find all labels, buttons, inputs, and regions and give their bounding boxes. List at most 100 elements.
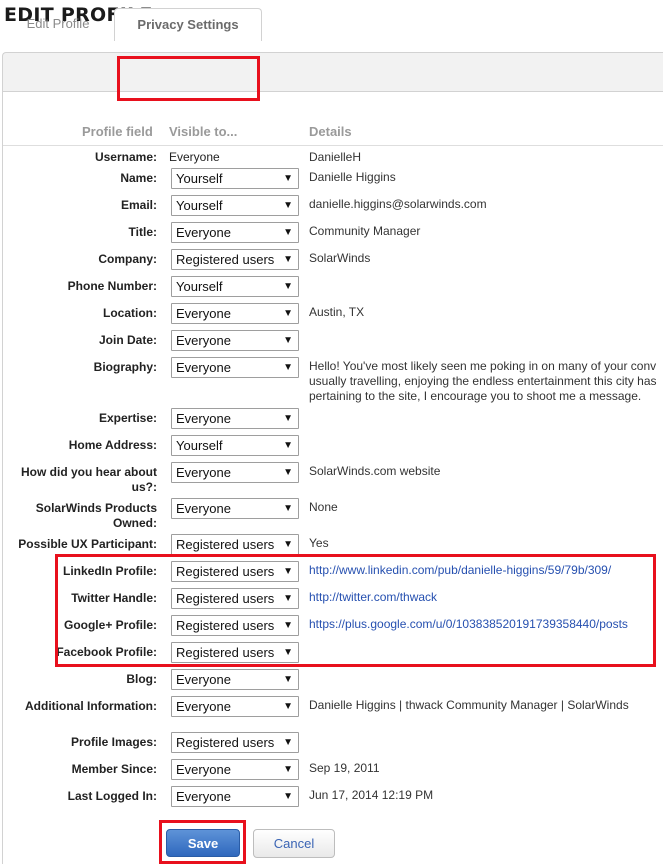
chevron-down-icon: ▼ — [283, 791, 293, 802]
visibility-select-value: Everyone — [176, 411, 231, 426]
column-header-details: Details — [309, 124, 352, 139]
visibility-select[interactable]: Yourself ▼ — [171, 195, 299, 216]
detail-value: Community Manager — [309, 224, 421, 238]
visibility-select[interactable]: Everyone ▼ — [171, 786, 299, 807]
visibility-select-value: Everyone — [176, 789, 231, 804]
chevron-down-icon: ▼ — [283, 467, 293, 478]
visibility-select[interactable]: Everyone ▼ — [171, 303, 299, 324]
row-label: Additional Information: — [25, 699, 157, 713]
chevron-down-icon: ▼ — [283, 503, 293, 514]
visibility-select-value: Everyone — [176, 699, 231, 714]
row-label: Email: — [120, 198, 157, 212]
visibility-select-value: Everyone — [176, 672, 231, 687]
visibility-select[interactable]: Everyone ▼ — [171, 408, 299, 429]
visibility-select[interactable]: Everyone ▼ — [171, 696, 299, 717]
visibility-select[interactable]: Everyone ▼ — [171, 759, 299, 780]
detail-value: Danielle Higgins — [309, 170, 396, 184]
visibility-select-value: Everyone — [176, 465, 231, 480]
chevron-down-icon: ▼ — [283, 254, 293, 265]
visibility-select-value: Registered users — [176, 252, 275, 267]
save-button-highlight — [159, 820, 246, 864]
cancel-button[interactable]: Cancel — [253, 829, 335, 858]
chevron-down-icon: ▼ — [283, 281, 293, 292]
detail-value: Sep 19, 2011 — [309, 761, 380, 775]
chevron-down-icon: ▼ — [283, 227, 293, 238]
visibility-select-value: Everyone — [176, 306, 231, 321]
visibility-select[interactable]: Everyone ▼ — [171, 330, 299, 351]
detail-value: Yes — [309, 536, 329, 550]
visibility-select[interactable]: Registered users ▼ — [171, 732, 299, 753]
row-label: SolarWinds Products Owned: — [36, 501, 157, 531]
row-label: Profile Images: — [70, 735, 157, 749]
chevron-down-icon: ▼ — [283, 440, 293, 451]
chevron-down-icon: ▼ — [283, 200, 293, 211]
visibility-select[interactable]: Everyone ▼ — [171, 669, 299, 690]
detail-value: Jun 17, 2014 12:19 PM — [309, 788, 434, 802]
visibility-select[interactable]: Yourself ▼ — [171, 168, 299, 189]
visibility-value: Everyone — [169, 150, 220, 164]
row-label: Biography: — [93, 360, 157, 374]
detail-value: DanielleH — [309, 150, 362, 164]
row-label: Company: — [98, 252, 157, 266]
tab-edit-profile[interactable]: Edit Profile — [8, 8, 108, 40]
header-divider — [3, 145, 663, 146]
row-label-line: Owned: — [113, 516, 157, 530]
chevron-down-icon: ▼ — [283, 764, 293, 775]
row-label: Location: — [103, 306, 157, 320]
visibility-select-value: Everyone — [176, 360, 231, 375]
row-label: Join Date: — [98, 333, 157, 347]
row-label: Expertise: — [98, 411, 157, 425]
tab-privacy-settings[interactable]: Privacy Settings — [114, 8, 262, 41]
visibility-select[interactable]: Everyone ▼ — [171, 357, 299, 378]
row-label: Member Since: — [71, 762, 157, 776]
column-header-field: Profile field — [82, 124, 153, 139]
row-label: Name: — [120, 171, 157, 185]
visibility-select-value: Everyone — [176, 225, 231, 240]
visibility-select[interactable]: Everyone ▼ — [171, 462, 299, 483]
visibility-select[interactable]: Everyone ▼ — [171, 498, 299, 519]
row-label-line: How did you hear about — [20, 465, 157, 479]
row-label: Title: — [128, 225, 157, 239]
visibility-select-value: Yourself — [176, 171, 223, 186]
row-label: How did you hear about us?: — [21, 465, 157, 495]
visibility-select[interactable]: Registered users ▼ — [171, 249, 299, 270]
visibility-select[interactable]: Registered users ▼ — [171, 534, 299, 555]
visibility-select-value: Yourself — [176, 279, 223, 294]
row-label: Blog: — [126, 672, 157, 686]
tab-strip — [2, 52, 663, 92]
detail-value: Austin, TX — [309, 305, 365, 319]
chevron-down-icon: ▼ — [283, 362, 293, 373]
chevron-down-icon: ▼ — [283, 674, 293, 685]
visibility-select[interactable]: Everyone ▼ — [171, 222, 299, 243]
detail-value: SolarWinds.com website — [309, 464, 441, 478]
chevron-down-icon: ▼ — [283, 701, 293, 712]
visibility-select-value: Everyone — [176, 333, 231, 348]
detail-value: usually travelling, enjoying the endless… — [309, 374, 657, 388]
chevron-down-icon: ▼ — [283, 413, 293, 424]
chevron-down-icon: ▼ — [283, 539, 293, 550]
row-label-line: us?: — [131, 480, 157, 494]
row-label-line: SolarWinds Products — [35, 501, 157, 515]
row-label: Possible UX Participant: — [18, 537, 157, 551]
row-label: Home Address: — [68, 438, 157, 452]
row-label: Username: — [94, 150, 157, 164]
visibility-select-value: Yourself — [176, 198, 223, 213]
visibility-select[interactable]: Yourself ▼ — [171, 276, 299, 297]
detail-value: SolarWinds — [309, 251, 371, 265]
visibility-select-value: Registered users — [176, 537, 275, 552]
chevron-down-icon: ▼ — [283, 335, 293, 346]
visibility-select-value: Yourself — [176, 438, 223, 453]
visibility-select[interactable]: Yourself ▼ — [171, 435, 299, 456]
chevron-down-icon: ▼ — [283, 173, 293, 184]
chevron-down-icon: ▼ — [283, 737, 293, 748]
column-header-visible: Visible to... — [169, 124, 238, 139]
social-links-highlight — [55, 554, 656, 667]
detail-value: danielle.higgins@solarwinds.com — [309, 197, 487, 211]
chevron-down-icon: ▼ — [283, 308, 293, 319]
row-label: Phone Number: — [67, 279, 157, 293]
detail-value: Hello! You've most likely seen me poking… — [309, 359, 657, 373]
detail-value: pertaining to the site, I encourage you … — [309, 389, 642, 403]
visibility-select-value: Everyone — [176, 762, 231, 777]
row-label: Last Logged In: — [67, 789, 157, 803]
visibility-select-value: Everyone — [176, 501, 231, 516]
